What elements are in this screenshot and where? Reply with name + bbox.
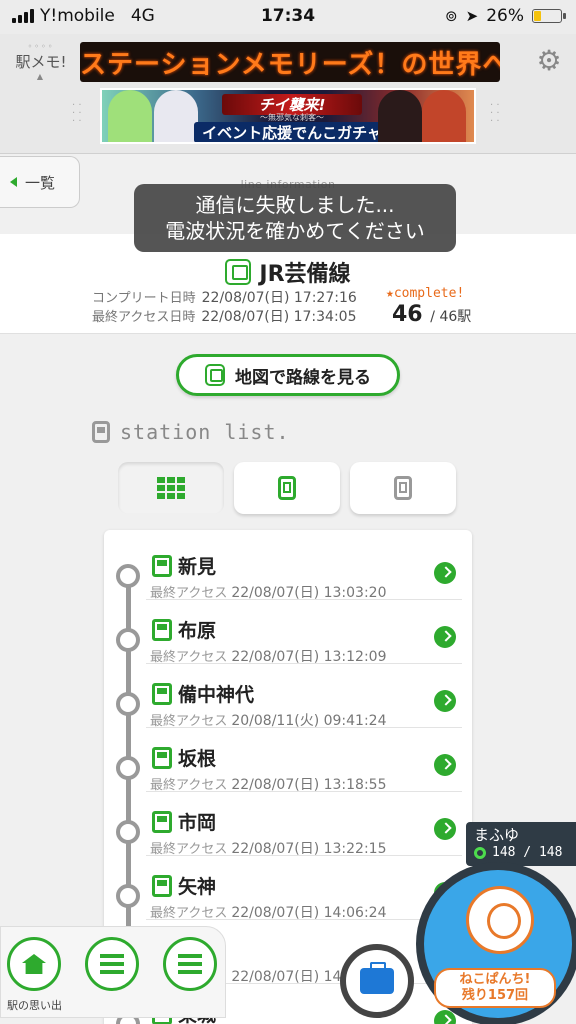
station-name: 市岡 (152, 808, 216, 835)
chevron-right-icon[interactable] (434, 754, 456, 776)
tab-all-stations[interactable] (118, 462, 224, 514)
last-access-date: 22/08/07(日) 17:34:05 (201, 309, 357, 325)
complete-badge: ★complete! (386, 286, 465, 301)
train-icon (152, 746, 172, 769)
banner-character (378, 90, 422, 142)
train-icon (152, 874, 172, 897)
neko-punch-button[interactable]: ねこぱんち! 残り157回 (416, 862, 576, 1024)
home-button[interactable] (7, 937, 61, 991)
battery-icon (532, 9, 566, 23)
tab-unvisited-stations[interactable] (350, 462, 456, 514)
station-name: 布原 (152, 616, 216, 643)
train-icon (92, 421, 110, 443)
orientation-lock-icon: ⊚ (445, 7, 458, 25)
complete-date-label: コンプリート日時 (92, 291, 196, 306)
view-map-button[interactable]: 地図で路線を見る (176, 354, 400, 396)
station-node-icon (116, 692, 140, 716)
error-toast: 通信に失敗しました... 電波状況を確かめてください (134, 184, 456, 252)
train-icon (152, 682, 172, 705)
app-logo: ◦◦◦◦ 駅メモ! ▲ (15, 42, 67, 81)
line-list-button[interactable] (85, 937, 139, 991)
location-icon: ➤ (465, 7, 479, 25)
battery-percent: 26% (486, 6, 524, 26)
grey-train-icon (394, 476, 412, 500)
station-row[interactable]: 備中神代 最終アクセス 20/08/11(火) 09:41:24 (104, 664, 472, 729)
station-count: 46 / 46駅 (392, 302, 471, 327)
user-info[interactable]: まふゆ 148 / 148 (466, 822, 576, 866)
chevron-right-icon[interactable] (434, 626, 456, 648)
station-memories-button[interactable] (163, 937, 217, 991)
line-dates: コンプリート日時 22/08/07(日) 17:27:16 最終アクセス日時 22/… (92, 289, 357, 327)
marquee-banner: ステーションメモリーズ！の世界へ (80, 42, 500, 82)
station-row[interactable]: 坂根 最終アクセス 22/08/07(日) 13:18:55 (104, 728, 472, 793)
complete-date: 22/08/07(日) 17:27:16 (201, 290, 357, 306)
tab-visited-stations[interactable] (234, 462, 340, 514)
station-name: 備中神代 (152, 680, 254, 707)
train-icon (152, 810, 172, 833)
cat-face-icon (466, 886, 534, 954)
nav-label: 駅の思い出 (7, 999, 62, 1012)
train-icon (225, 259, 252, 285)
briefcase-button[interactable] (340, 944, 414, 1018)
station-row[interactable]: 矢神 最終アクセス 22/08/07(日) 14:06:24 (104, 856, 472, 921)
ring-icon (474, 846, 486, 859)
total-count: / 46駅 (430, 309, 472, 325)
line-name: JR芸備線 (259, 262, 351, 287)
station-node-icon (116, 564, 140, 588)
settings-gear-icon[interactable]: ⚙ (534, 46, 564, 76)
station-name: 新見 (152, 552, 216, 579)
toast-line-2: 電波状況を確かめてください (165, 219, 425, 243)
last-access-label: 最終アクセス日時 (92, 310, 196, 325)
visited-count: 46 (392, 302, 423, 327)
user-count: 148 / 148 (492, 845, 563, 860)
list-train-icon (178, 954, 202, 974)
station-name: 坂根 (152, 744, 216, 771)
station-node-icon (116, 884, 140, 908)
banner-character (154, 90, 198, 142)
banner-caption: イベント応援でんこガチャ (194, 122, 390, 142)
station-row[interactable]: 市岡 最終アクセス 22/08/07(日) 13:22:15 (104, 792, 472, 857)
station-row[interactable]: 布原 最終アクセス 22/08/07(日) 13:12:09 (104, 600, 472, 665)
station-row[interactable]: 新見 最終アクセス 22/08/07(日) 13:03:20 (104, 536, 472, 601)
train-icon (152, 618, 172, 641)
chevron-right-icon[interactable] (434, 562, 456, 584)
bottom-nav: 駅の思い出 (0, 926, 226, 1018)
briefcase-icon (360, 962, 394, 994)
neko-punch-label: ねこぱんち! 残り157回 (434, 968, 556, 1008)
station-node-icon (116, 756, 140, 780)
station-node-icon (116, 628, 140, 652)
decor-dots-left: · · · · · · (72, 100, 82, 127)
home-icon (22, 954, 46, 974)
station-name: 矢神 (152, 872, 216, 899)
status-bar: Y!mobile 4G 17:34 ⊚ ➤ 26% (0, 0, 576, 34)
train-icon (205, 364, 225, 386)
toast-line-1: 通信に失敗しました... (195, 193, 395, 217)
train-icon (152, 554, 172, 577)
grid-icon (157, 477, 185, 499)
view-map-label: 地図で路線を見る (235, 367, 371, 388)
list-icon (100, 954, 124, 974)
chevron-right-icon[interactable] (434, 818, 456, 840)
gacha-banner[interactable]: チイ襲来! ～無邪気な刺客～ イベント応援でんこガチャ (100, 88, 476, 144)
user-name: まふゆ (474, 826, 520, 844)
banner-character (108, 90, 152, 142)
banner-character (422, 90, 466, 142)
line-title: JR芸備線 (0, 256, 576, 288)
chevron-right-icon[interactable] (434, 690, 456, 712)
green-train-icon (278, 476, 296, 500)
station-list-title: station list. (92, 420, 290, 444)
station-node-icon (116, 820, 140, 844)
decor-dots-right: · · · · · · (490, 100, 500, 127)
app-header: ◦◦◦◦ 駅メモ! ▲ ステーションメモリーズ！の世界へ ⚙ · · · · · ·… (0, 34, 576, 154)
